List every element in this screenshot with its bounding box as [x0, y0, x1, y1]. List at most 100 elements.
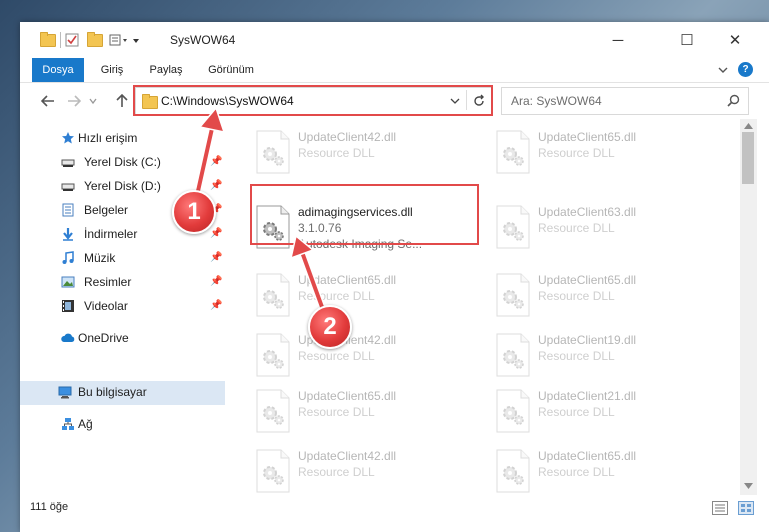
large-icons-view-icon[interactable] [738, 501, 754, 515]
file-name: UpdateClient65.dll [538, 449, 637, 463]
file-item[interactable]: UpdateClient65.dll Resource DLL [485, 443, 715, 499]
sidebar-item-quick-access[interactable]: Hızlı erişim [20, 127, 225, 149]
scroll-down-icon[interactable] [744, 483, 753, 489]
new-folder-icon[interactable] [87, 31, 103, 47]
search-icon[interactable] [727, 94, 740, 107]
dll-file-icon [256, 130, 290, 174]
back-button[interactable] [38, 91, 58, 111]
sidebar-item-label: Yerel Disk (C:) [84, 155, 161, 169]
file-name: UpdateClient42.dll [298, 449, 397, 463]
details-view-icon[interactable] [712, 501, 728, 515]
file-name: UpdateClient42.dll [298, 130, 397, 144]
cloud-icon [61, 333, 75, 342]
sidebar-item-network[interactable]: Ağ [20, 413, 225, 435]
sidebar-item-videos[interactable]: Videolar 📌 [20, 295, 225, 317]
tab-view[interactable]: Görünüm [202, 58, 260, 82]
file-item[interactable]: UpdateClient42.dll Resource DLL [245, 124, 475, 180]
scroll-up-icon[interactable] [744, 123, 753, 129]
file-item[interactable]: UpdateClient19.dll Resource DLL [485, 327, 715, 383]
file-item[interactable]: UpdateClient42.dll Resource DLL [245, 443, 475, 499]
explorer-window: SysWOW64 ─ ☐ ✕ Dosya Giriş Paylaş Görünü… [20, 22, 769, 532]
file-type: Resource DLL [298, 465, 375, 479]
tab-home[interactable]: Giriş [92, 58, 132, 82]
sidebar-item-onedrive[interactable]: OneDrive [20, 327, 225, 349]
pin-icon[interactable]: 📌 [210, 180, 222, 191]
properties-icon[interactable] [65, 33, 79, 47]
help-button[interactable]: ? [738, 62, 753, 77]
file-type: Resource DLL [298, 289, 375, 303]
drive-icon [61, 159, 75, 167]
expand-ribbon-icon[interactable] [717, 64, 729, 76]
dll-file-icon [496, 333, 530, 377]
forward-button[interactable] [64, 91, 84, 111]
file-name: UpdateClient21.dll [538, 389, 637, 403]
computer-icon [58, 386, 72, 399]
file-item[interactable]: UpdateClient65.dll Resource DLL [245, 383, 475, 439]
step-1-badge: 1 [172, 190, 216, 234]
window-title: SysWOW64 [170, 33, 236, 47]
pin-icon[interactable]: 📌 [210, 156, 222, 167]
sidebar-item-music[interactable]: Müzik 📌 [20, 247, 225, 269]
dll-file-icon [256, 273, 290, 317]
pin-icon[interactable]: 📌 [210, 276, 222, 287]
file-item[interactable]: UpdateClient65.dll Resource DLL [245, 267, 475, 323]
pin-icon[interactable]: 📌 [210, 252, 222, 263]
sidebar-item-label: Bu bilgisayar [78, 385, 147, 399]
file-type: Resource DLL [538, 465, 615, 479]
dll-file-icon [496, 389, 530, 433]
file-type: Resource DLL [538, 405, 615, 419]
maximize-button[interactable]: ☐ [664, 22, 710, 58]
tab-file[interactable]: Dosya [32, 58, 84, 82]
recent-locations-button[interactable] [86, 91, 100, 111]
arrow-up-icon [116, 94, 128, 107]
sidebar-item-this-pc[interactable]: Bu bilgisayar [20, 381, 225, 405]
sidebar-item-disk-c[interactable]: Yerel Disk (C:) 📌 [20, 151, 225, 173]
sidebar-item-pictures[interactable]: Resimler 📌 [20, 271, 225, 293]
file-name: UpdateClient19.dll [538, 333, 637, 347]
chevron-down-icon[interactable] [131, 33, 141, 47]
scrollbar-thumb[interactable] [742, 132, 754, 184]
sidebar-item-label: Yerel Disk (D:) [84, 179, 161, 193]
sidebar-item-label: Hızlı erişim [78, 131, 138, 145]
sidebar-item-label: Müzik [84, 251, 116, 265]
file-item[interactable]: UpdateClient63.dll Resource DLL [485, 199, 715, 255]
navigation-pane: Hızlı erişim Yerel Disk (C:) 📌 Yerel Dis… [20, 119, 225, 499]
pin-icon[interactable]: 📌 [210, 300, 222, 311]
file-name: UpdateClient63.dll [538, 205, 637, 219]
file-item[interactable]: UpdateClient21.dll Resource DLL [485, 383, 715, 439]
download-icon [63, 228, 73, 241]
file-item[interactable]: UpdateClient42.dllResource DLL [245, 327, 475, 383]
folder-icon [40, 31, 56, 47]
file-type: Resource DLL [538, 146, 615, 160]
search-placeholder: Ara: SysWOW64 [511, 94, 602, 108]
customize-toolbar-icon[interactable] [109, 33, 131, 47]
arrow-left-icon [41, 95, 54, 107]
title-bar: SysWOW64 ─ ☐ ✕ [20, 22, 769, 58]
pin-icon[interactable]: 📌 [210, 228, 222, 239]
arrow-right-icon [68, 95, 81, 107]
dll-file-icon [496, 130, 530, 174]
file-name: UpdateClient65.dll [298, 273, 397, 287]
up-button[interactable] [112, 91, 132, 111]
close-button[interactable]: ✕ [712, 22, 758, 58]
search-input[interactable]: Ara: SysWOW64 [501, 87, 749, 115]
address-highlight-box [133, 85, 493, 116]
music-icon [62, 251, 74, 264]
sidebar-item-label: İndirmeler [84, 227, 138, 241]
dll-file-icon [496, 449, 530, 493]
sidebar-item-label: OneDrive [78, 331, 129, 345]
file-item[interactable]: UpdateClient65.dll Resource DLL [485, 124, 715, 180]
documents-icon [62, 203, 74, 217]
minimize-button[interactable]: ─ [595, 22, 641, 58]
dll-file-icon [496, 205, 530, 249]
file-type: Resource DLL [298, 146, 375, 160]
file-item[interactable]: UpdateClient65.dll Resource DLL [485, 267, 715, 323]
quick-access-toolbar [40, 31, 141, 48]
step-2-badge: 2 [308, 305, 352, 349]
file-highlight-box [250, 184, 479, 245]
sidebar-item-label: Videolar [84, 299, 128, 313]
file-type: Resource DLL [538, 221, 615, 235]
network-icon [62, 418, 74, 430]
dll-file-icon [256, 449, 290, 493]
tab-share[interactable]: Paylaş [144, 58, 188, 82]
